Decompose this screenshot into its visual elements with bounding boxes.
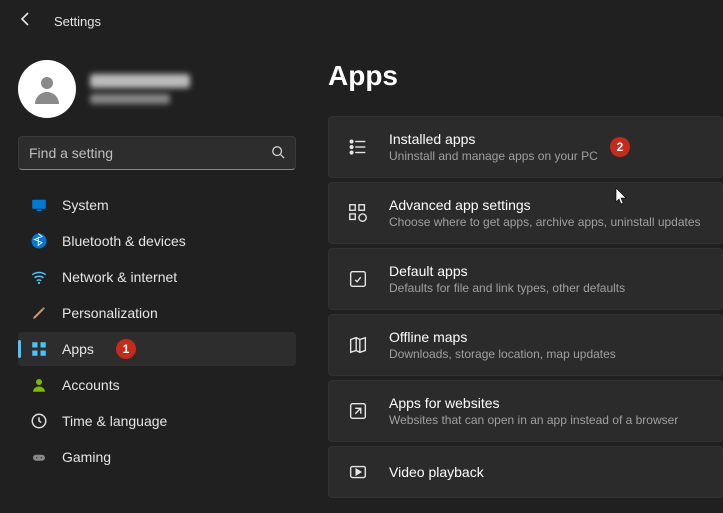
sidebar-item-label: Apps xyxy=(62,341,94,357)
sidebar-item-apps[interactable]: Apps 1 xyxy=(18,332,296,366)
sidebar-item-label: Personalization xyxy=(62,305,158,321)
paintbrush-icon xyxy=(30,304,48,322)
sidebar-item-bluetooth[interactable]: Bluetooth & devices xyxy=(18,224,296,258)
card-title: Installed apps xyxy=(389,131,598,147)
card-title: Video playback xyxy=(389,464,484,480)
clock-icon xyxy=(30,412,48,430)
window-title: Settings xyxy=(54,14,101,29)
sidebar-item-label: Accounts xyxy=(62,377,120,393)
sidebar-item-label: Time & language xyxy=(62,413,167,429)
annotation-badge: 2 xyxy=(610,137,630,157)
card-subtitle: Websites that can open in an app instead… xyxy=(389,413,678,427)
search-input[interactable] xyxy=(29,145,271,161)
default-apps-icon xyxy=(347,268,369,290)
sidebar-item-label: Network & internet xyxy=(62,269,177,285)
sidebar-item-system[interactable]: System xyxy=(18,188,296,222)
wifi-icon xyxy=(30,268,48,286)
apps-icon xyxy=(30,340,48,358)
sidebar-item-gaming[interactable]: Gaming xyxy=(18,440,296,474)
map-icon xyxy=(347,334,369,356)
sidebar-item-time-language[interactable]: Time & language xyxy=(18,404,296,438)
person-icon xyxy=(30,376,48,394)
card-title: Default apps xyxy=(389,263,625,279)
link-icon xyxy=(347,400,369,422)
sidebar-item-accounts[interactable]: Accounts xyxy=(18,368,296,402)
profile-block[interactable] xyxy=(18,60,296,118)
card-subtitle: Uninstall and manage apps on your PC xyxy=(389,149,598,163)
search-box[interactable] xyxy=(18,136,296,170)
card-apps-for-websites[interactable]: Apps for websites Websites that can open… xyxy=(328,380,723,442)
card-subtitle: Choose where to get apps, archive apps, … xyxy=(389,215,701,229)
card-video-playback[interactable]: Video playback xyxy=(328,446,723,498)
search-icon[interactable] xyxy=(271,145,285,162)
sidebar-item-personalization[interactable]: Personalization xyxy=(18,296,296,330)
avatar xyxy=(18,60,76,118)
back-button[interactable] xyxy=(18,11,34,32)
page-title: Apps xyxy=(328,60,723,92)
bluetooth-icon xyxy=(30,232,48,250)
monitor-icon xyxy=(30,196,48,214)
card-subtitle: Defaults for file and link types, other … xyxy=(389,281,625,295)
profile-info xyxy=(90,74,190,104)
card-offline-maps[interactable]: Offline maps Downloads, storage location… xyxy=(328,314,723,376)
card-advanced-app-settings[interactable]: Advanced app settings Choose where to ge… xyxy=(328,182,723,244)
video-icon xyxy=(347,461,369,483)
card-title: Advanced app settings xyxy=(389,197,701,213)
sidebar-item-label: Bluetooth & devices xyxy=(62,233,186,249)
sidebar-item-label: System xyxy=(62,197,109,213)
gamepad-icon xyxy=(30,448,48,466)
card-default-apps[interactable]: Default apps Defaults for file and link … xyxy=(328,248,723,310)
card-installed-apps[interactable]: Installed apps Uninstall and manage apps… xyxy=(328,116,723,178)
sidebar-item-network[interactable]: Network & internet xyxy=(18,260,296,294)
list-icon xyxy=(347,136,369,158)
card-title: Offline maps xyxy=(389,329,616,345)
card-title: Apps for websites xyxy=(389,395,678,411)
sidebar-item-label: Gaming xyxy=(62,449,111,465)
annotation-badge: 1 xyxy=(116,339,136,359)
apps-gear-icon xyxy=(347,202,369,224)
card-subtitle: Downloads, storage location, map updates xyxy=(389,347,616,361)
